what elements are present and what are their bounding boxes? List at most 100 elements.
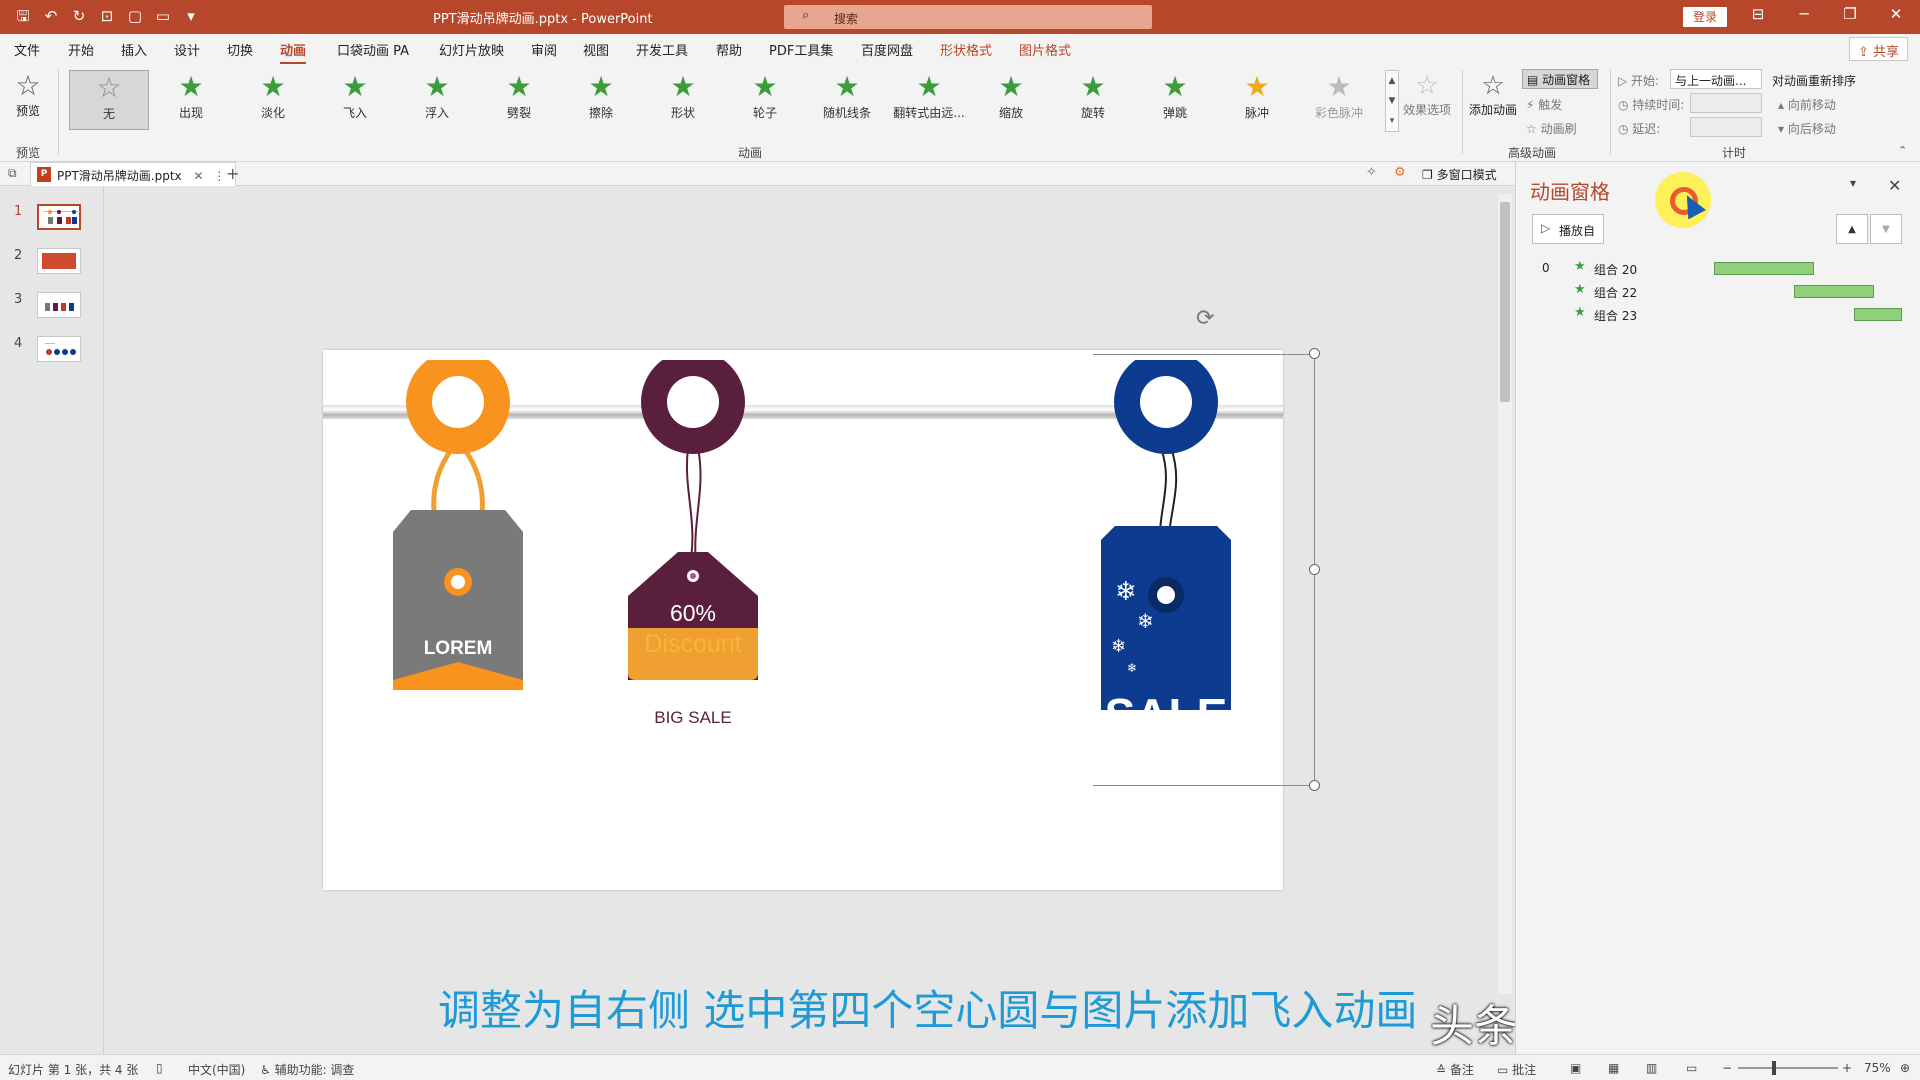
zoom-out-button[interactable]: −	[1722, 1061, 1732, 1075]
document-tab[interactable]: P PPT滑动吊牌动画.pptx ✕ ⋮	[30, 162, 237, 186]
slide-thumbnail-2[interactable]	[37, 248, 81, 274]
login-button[interactable]: 登录	[1683, 7, 1727, 27]
anim-pulse[interactable]: ★ 脉冲	[1217, 70, 1297, 130]
tab-pocket-animation[interactable]: 口袋动画 PA	[337, 40, 409, 59]
tab-transitions[interactable]: 切换	[227, 40, 253, 59]
tab-help[interactable]: 帮助	[716, 40, 742, 59]
collapse-ribbon-icon[interactable]: ⌃	[1898, 144, 1907, 157]
animation-painter-button[interactable]: ☆ 动画刷	[1526, 120, 1577, 137]
selection-frame[interactable]	[1093, 354, 1315, 786]
anim-zoom[interactable]: ★ 缩放	[971, 70, 1051, 130]
animation-item[interactable]: ★ 组合 22	[1516, 281, 1920, 303]
new-file-icon[interactable]: ▢	[126, 6, 144, 26]
tab-review[interactable]: 审阅	[531, 40, 557, 59]
new-tab-icon[interactable]: +	[226, 164, 239, 183]
play-from-button[interactable]: 播放自	[1532, 214, 1604, 244]
reading-view-icon[interactable]: ▥	[1646, 1061, 1657, 1075]
slide-thumbnail-4[interactable]	[37, 336, 81, 362]
tab-file[interactable]: 文件	[14, 40, 40, 59]
accessibility-status[interactable]: ♿ 辅助功能: 调查	[260, 1061, 354, 1078]
tab-design[interactable]: 设计	[174, 40, 200, 59]
search-box[interactable]: ⌕ 搜索	[784, 5, 1152, 29]
restore-button[interactable]: ❐	[1835, 5, 1865, 23]
duration-input[interactable]	[1690, 93, 1762, 113]
tab-insert[interactable]: 插入	[121, 40, 147, 59]
add-animation-button[interactable]: ☆ 添加动画	[1466, 70, 1520, 118]
effect-options-button[interactable]: ☆ 效果选项	[1402, 70, 1452, 118]
tab-pdf-tools[interactable]: PDF工具集	[769, 40, 833, 59]
gallery-scroll[interactable]: ▲ ▼ ▾	[1385, 70, 1399, 132]
timeline-bar[interactable]	[1794, 285, 1874, 298]
anim-wheel[interactable]: ★ 轮子	[725, 70, 805, 130]
anim-wipe[interactable]: ★ 擦除	[561, 70, 641, 130]
animation-pane-button[interactable]: ▤ 动画窗格	[1522, 69, 1598, 89]
slideshow-view-icon[interactable]: ▭	[1686, 1061, 1697, 1075]
fit-slide-icon[interactable]: ⊕	[1900, 1061, 1910, 1075]
move-down-button[interactable]: ▼	[1870, 214, 1902, 244]
anim-shape[interactable]: ★ 形状	[643, 70, 723, 130]
anim-fly-in[interactable]: ★ 飞入	[315, 70, 395, 130]
pin-icon[interactable]: ✧	[1366, 165, 1377, 180]
minimize-button[interactable]: ─	[1789, 5, 1819, 23]
timeline-bar[interactable]	[1714, 262, 1814, 275]
anim-grow-turn[interactable]: ★ 翻转式由远...	[889, 70, 969, 130]
anim-swivel[interactable]: ★ 旋转	[1053, 70, 1133, 130]
tab-baidu-netdisk[interactable]: 百度网盘	[861, 40, 913, 59]
anim-bounce[interactable]: ★ 弹跳	[1135, 70, 1215, 130]
tab-picture-format[interactable]: 图片格式	[1019, 40, 1071, 59]
move-later-button[interactable]: ▾ 向后移动	[1778, 120, 1836, 137]
tab-list-icon[interactable]: ⧉	[8, 166, 17, 181]
sorter-view-icon[interactable]: ▦	[1608, 1061, 1619, 1075]
zoom-slider[interactable]	[1738, 1067, 1838, 1069]
pane-options-icon[interactable]: ▾	[1850, 176, 1856, 190]
preview-button[interactable]: ☆ 预览	[10, 70, 46, 119]
tab-menu-icon[interactable]: ⋮	[213, 169, 225, 183]
anim-none[interactable]: ☆ 无	[69, 70, 149, 130]
tab-slideshow[interactable]: 幻灯片放映	[439, 40, 504, 59]
anim-fade[interactable]: ★ 淡化	[233, 70, 313, 130]
notes-button[interactable]: ≙ 备注	[1436, 1061, 1474, 1078]
timeline-bar[interactable]	[1854, 308, 1902, 321]
anim-split[interactable]: ★ 劈裂	[479, 70, 559, 130]
spellcheck-icon[interactable]: ▯	[156, 1061, 163, 1075]
slide-thumbnail-1[interactable]	[37, 204, 81, 230]
anim-random-bars[interactable]: ★ 随机线条	[807, 70, 887, 130]
customize-qat-icon[interactable]: ▾	[182, 6, 200, 26]
trigger-button[interactable]: ⚡ 触发	[1526, 96, 1562, 113]
undo-icon[interactable]: ↶	[42, 6, 60, 26]
share-button[interactable]: ⇪ 共享	[1848, 37, 1908, 61]
slide-thumbnail-3[interactable]	[37, 292, 81, 318]
close-button[interactable]: ✕	[1881, 5, 1911, 23]
ribbon-display-icon[interactable]: ⊟	[1743, 5, 1773, 23]
tab-animations[interactable]: 动画	[280, 40, 307, 65]
zoom-slider-thumb[interactable]	[1772, 1061, 1776, 1075]
normal-view-icon[interactable]: ▣	[1570, 1061, 1581, 1075]
language-indicator[interactable]: 中文(中国)	[188, 1061, 245, 1078]
tab-shape-format[interactable]: 形状格式	[940, 40, 992, 59]
comments-button[interactable]: ▭ 批注	[1497, 1061, 1536, 1078]
resize-handle[interactable]	[1309, 564, 1320, 575]
redo-icon[interactable]: ↻	[70, 6, 88, 26]
open-folder-icon[interactable]: ▭	[154, 6, 172, 26]
delay-input[interactable]	[1690, 117, 1762, 137]
zoom-in-button[interactable]: +	[1842, 1061, 1852, 1075]
tab-developer[interactable]: 开发工具	[636, 40, 688, 59]
tab-view[interactable]: 视图	[583, 40, 609, 59]
multi-window-button[interactable]: ❐ 多窗口模式	[1422, 166, 1497, 183]
anim-float-in[interactable]: ★ 浮入	[397, 70, 477, 130]
pane-close-icon[interactable]: ✕	[1888, 176, 1901, 195]
rotate-handle-icon[interactable]: ⟳	[1196, 306, 1214, 331]
animation-item[interactable]: ★ 组合 23	[1516, 304, 1920, 326]
zoom-level[interactable]: 75%	[1864, 1061, 1891, 1075]
settings-gear-icon[interactable]: ⚙	[1394, 165, 1406, 180]
start-select[interactable]: 与上一动画...	[1670, 69, 1762, 89]
move-earlier-button[interactable]: ▴ 向前移动	[1778, 96, 1836, 113]
tab-home[interactable]: 开始	[68, 40, 94, 59]
present-icon[interactable]: ⊡	[98, 6, 116, 26]
animation-item[interactable]: 0 ★ 组合 20	[1516, 258, 1920, 280]
anim-appear[interactable]: ★ 出现	[151, 70, 231, 130]
scroll-thumb[interactable]	[1500, 202, 1510, 402]
vertical-scrollbar[interactable]	[1498, 194, 1512, 994]
move-up-button[interactable]: ▲	[1836, 214, 1868, 244]
resize-handle[interactable]	[1309, 780, 1320, 791]
